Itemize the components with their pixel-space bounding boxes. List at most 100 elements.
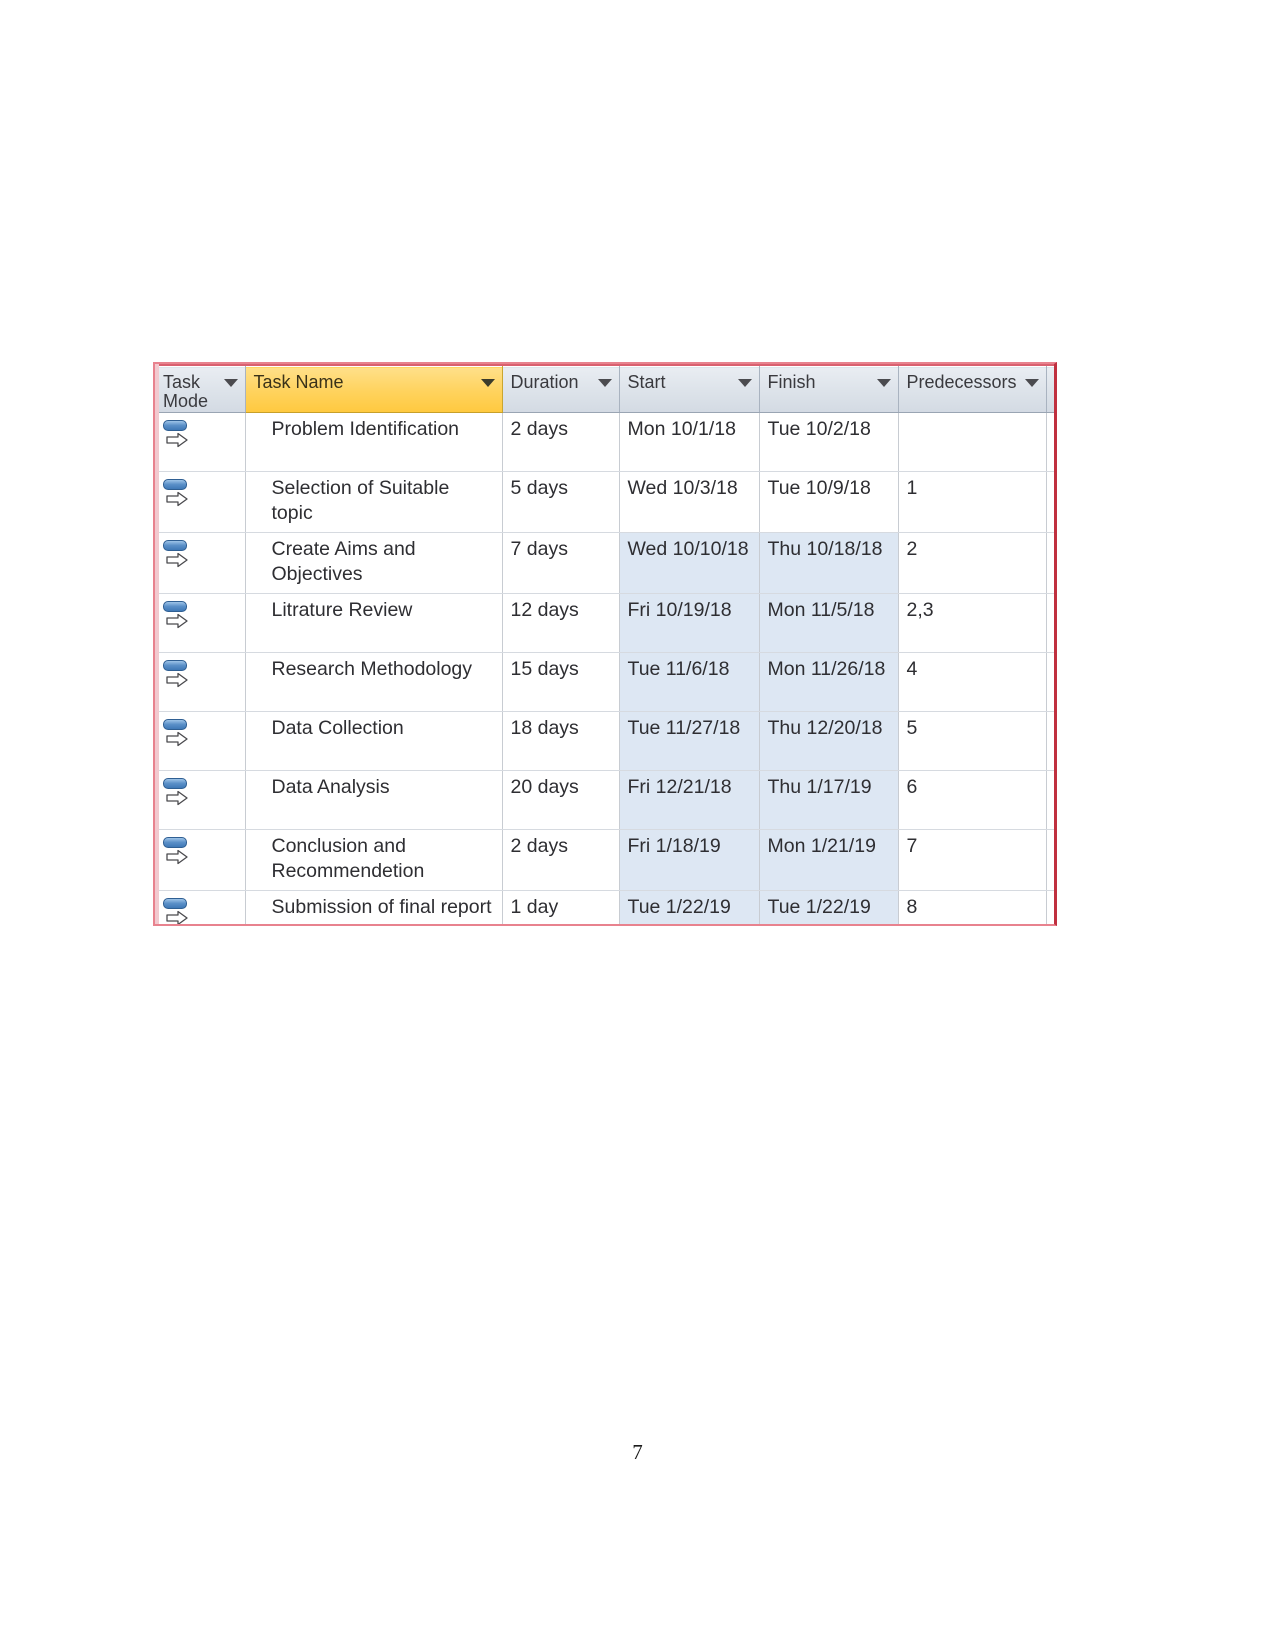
chevron-down-icon[interactable] [737,379,752,387]
cell-task-name[interactable]: Data Collection [245,711,503,771]
cell-duration[interactable]: 20 days [502,770,620,830]
cell-predecessors[interactable]: 1 [898,471,1047,533]
cell-truncated [1046,711,1054,771]
auto-scheduled-icon [163,539,189,569]
cell-truncated [1046,890,1054,924]
cell-start[interactable]: Fri 1/18/19 [619,829,760,891]
cell-duration[interactable]: 1 day [502,890,620,924]
cell-task-mode[interactable] [155,829,246,891]
cell-task-mode[interactable] [155,770,246,830]
chevron-down-icon[interactable] [223,379,238,387]
cell-duration[interactable]: 18 days [502,711,620,771]
table-body: Problem Identification 2 days Mon 10/1/18 T… [155,412,1054,924]
cell-task-mode[interactable] [155,593,246,653]
cell-finish[interactable]: Mon 1/21/19 [759,829,899,891]
cell-predecessors[interactable]: 2 [898,532,1047,594]
cell-task-mode[interactable] [155,890,246,924]
cell-start[interactable]: Tue 11/27/18 [619,711,760,771]
cell-duration[interactable]: 5 days [502,471,620,533]
cell-task-name[interactable]: Problem Identification [245,412,503,472]
auto-scheduled-icon [163,659,189,689]
cell-predecessors[interactable]: 4 [898,652,1047,712]
column-header-predecessors[interactable]: Predecessors [898,366,1047,413]
auto-scheduled-icon [163,897,189,924]
cell-predecessors[interactable]: 5 [898,711,1047,771]
column-header-predecessors-label: Predecessors [906,372,1017,392]
cell-finish[interactable]: Thu 10/18/18 [759,532,899,594]
cell-finish[interactable]: Mon 11/26/18 [759,652,899,712]
cell-duration[interactable]: 12 days [502,593,620,653]
cell-duration[interactable]: 15 days [502,652,620,712]
cell-start[interactable]: Tue 11/6/18 [619,652,760,712]
column-header-task-mode[interactable]: Task Mode [155,366,246,413]
table-row[interactable]: Conclusion and Recommendetion 2 days Fri 1… [155,829,1054,891]
cell-truncated [1046,829,1054,891]
cell-duration[interactable]: 7 days [502,532,620,594]
auto-scheduled-icon [163,419,189,449]
cell-truncated [1046,593,1054,653]
project-schedule-screenshot: Task Mode Task Name Duration Start Finis… [153,362,1057,926]
cell-task-mode[interactable] [155,652,246,712]
column-header-task-name[interactable]: Task Name [245,366,503,413]
page-number: 7 [632,1440,643,1464]
cell-finish[interactable]: Tue 1/22/19 [759,890,899,924]
table-row[interactable]: Submission of final report 1 day Tue 1/22/… [155,890,1054,924]
chevron-down-icon[interactable] [1024,379,1039,387]
cell-start[interactable]: Fri 10/19/18 [619,593,760,653]
cell-finish[interactable]: Tue 10/2/18 [759,412,899,472]
cell-predecessors[interactable]: 7 [898,829,1047,891]
chevron-down-icon[interactable] [597,379,612,387]
cell-task-name[interactable]: Create Aims and Objectives [245,532,503,594]
cell-finish[interactable]: Mon 11/5/18 [759,593,899,653]
cell-task-mode[interactable] [155,532,246,594]
cell-truncated [1046,652,1054,712]
column-header-start[interactable]: Start [619,366,760,413]
cell-predecessors[interactable]: 2,3 [898,593,1047,653]
table-header-row: Task Mode Task Name Duration Start Finis… [155,366,1054,413]
table-row[interactable]: Litrature Review 12 days Fri 10/19/18 Mon 1… [155,593,1054,653]
cell-start[interactable]: Tue 1/22/19 [619,890,760,924]
auto-scheduled-icon [163,777,189,807]
table-row[interactable]: Data Analysis 20 days Fri 12/21/18 Thu 1/17… [155,770,1054,830]
chevron-down-icon[interactable] [876,379,891,387]
cell-duration[interactable]: 2 days [502,829,620,891]
table-row[interactable]: Problem Identification 2 days Mon 10/1/18 T… [155,412,1054,472]
table-row[interactable]: Create Aims and Objectives 7 days Wed 10/1… [155,532,1054,594]
cell-finish[interactable]: Thu 12/20/18 [759,711,899,771]
cell-truncated [1046,532,1054,594]
cell-task-name[interactable]: Submission of final report [245,890,503,924]
column-header-finish[interactable]: Finish [759,366,899,413]
table-row[interactable]: Selection of Suitable topic 5 days Wed 10/… [155,471,1054,533]
column-header-task-mode-label: Task Mode [163,372,209,412]
cell-task-name[interactable]: Data Analysis [245,770,503,830]
cell-start[interactable]: Fri 12/21/18 [619,770,760,830]
table-row[interactable]: Research Methodology 15 days Tue 11/6/18 Mo… [155,652,1054,712]
cell-truncated [1046,412,1054,472]
cell-predecessors[interactable] [898,412,1047,472]
cell-start[interactable]: Wed 10/10/18 [619,532,760,594]
chevron-down-icon[interactable] [480,379,495,387]
cell-predecessors[interactable]: 6 [898,770,1047,830]
cell-task-name[interactable]: Research Methodology [245,652,503,712]
table-row[interactable]: Data Collection 18 days Tue 11/27/18 Thu 12… [155,711,1054,771]
cell-finish[interactable]: Thu 1/17/19 [759,770,899,830]
cell-predecessors[interactable]: 8 [898,890,1047,924]
column-header-task-name-label: Task Name [253,372,344,392]
auto-scheduled-icon [163,478,189,508]
auto-scheduled-icon [163,718,189,748]
cell-task-name[interactable]: Conclusion and Recommendetion [245,829,503,891]
auto-scheduled-icon [163,836,189,866]
cell-truncated [1046,770,1054,830]
document-page: Task Mode Task Name Duration Start Finis… [0,0,1275,1650]
column-header-truncated [1046,366,1054,413]
column-header-duration[interactable]: Duration [502,366,620,413]
cell-start[interactable]: Mon 10/1/18 [619,412,760,472]
cell-start[interactable]: Wed 10/3/18 [619,471,760,533]
cell-task-mode[interactable] [155,412,246,472]
cell-duration[interactable]: 2 days [502,412,620,472]
cell-finish[interactable]: Tue 10/9/18 [759,471,899,533]
cell-task-name[interactable]: Litrature Review [245,593,503,653]
cell-task-mode[interactable] [155,711,246,771]
cell-task-name[interactable]: Selection of Suitable topic [245,471,503,533]
cell-task-mode[interactable] [155,471,246,533]
